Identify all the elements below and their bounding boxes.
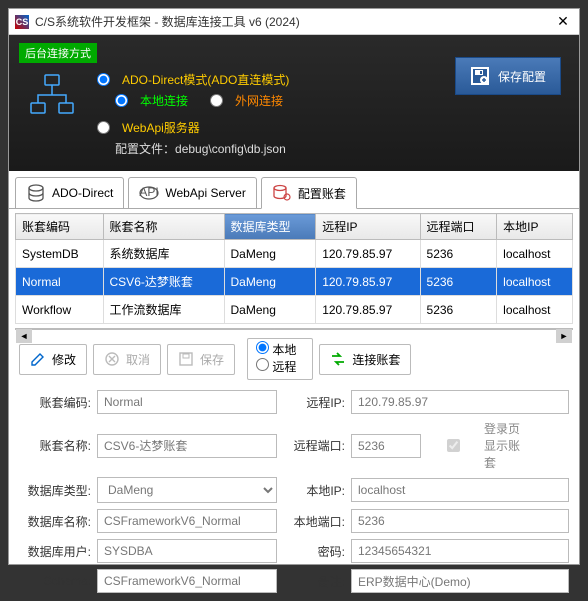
col-rport[interactable]: 远程端口 <box>420 214 497 240</box>
save-config-button[interactable]: 保存配置 <box>455 57 561 95</box>
scroll-left-button[interactable]: ◄ <box>16 329 32 343</box>
pwd-label: 密码: <box>283 543 345 560</box>
schema-label: Schema: <box>19 574 91 588</box>
save-icon <box>470 66 490 86</box>
dbuser-label: 数据库用户: <box>19 543 91 560</box>
app-logo-icon: CS <box>15 15 29 29</box>
config-file-path: debug\config\db.json <box>175 142 286 156</box>
code-label: 账套编码: <box>19 394 91 411</box>
tab-config-account[interactable]: 配置账套 <box>261 177 357 209</box>
rport-field[interactable] <box>351 434 421 458</box>
database-icon <box>26 184 46 202</box>
lport-field[interactable] <box>351 509 569 533</box>
scroll-right-button[interactable]: ► <box>556 329 572 343</box>
dbuser-field[interactable] <box>97 539 277 563</box>
col-rip[interactable]: 远程IP <box>316 214 420 240</box>
rip-label: 远程IP: <box>283 394 345 411</box>
config-file-label: 配置文件： <box>115 142 175 156</box>
local-radio-label[interactable]: 本地 <box>256 343 296 357</box>
ado-direct-radio[interactable] <box>97 73 110 86</box>
lport-label: 本地端口: <box>283 513 345 530</box>
connect-button[interactable]: 连接账套 <box>319 344 411 375</box>
dbtype-select[interactable]: DaMeng <box>97 477 277 503</box>
ado-direct-label: ADO-Direct模式(ADO直连模式) <box>122 71 289 88</box>
close-button[interactable]: ✕ <box>553 13 573 30</box>
save-icon <box>178 351 194 367</box>
name-label: 账套名称: <box>19 437 91 454</box>
rip-field[interactable] <box>351 390 569 414</box>
table-row[interactable]: Workflow工作流数据库DaMeng120.79.85.975236loca… <box>16 296 573 324</box>
edit-icon <box>30 351 46 367</box>
api-icon: API <box>139 184 159 202</box>
local-conn-radio[interactable] <box>115 94 128 107</box>
name-field[interactable] <box>97 434 277 458</box>
code-field[interactable] <box>97 390 277 414</box>
tab-ado-direct[interactable]: ADO-Direct <box>15 177 124 208</box>
show-login-label: 登录页显示账套 <box>484 420 528 471</box>
local-conn-label: 本地连接 <box>140 92 188 109</box>
dbtype-label: 数据库类型: <box>19 482 91 499</box>
table-row[interactable]: NormalCSV6-达梦账套DaMeng120.79.85.975236loc… <box>16 268 573 296</box>
lip-label: 本地IP: <box>283 482 345 499</box>
col-lip[interactable]: 本地IP <box>497 214 573 240</box>
local-radio[interactable] <box>256 341 269 354</box>
note-label: 备注: <box>283 573 345 590</box>
dbname-label: 数据库名称: <box>19 513 91 530</box>
cancel-button[interactable]: 取消 <box>93 344 161 375</box>
save-button[interactable]: 保存 <box>167 344 235 375</box>
lip-field[interactable] <box>351 478 569 502</box>
edit-button[interactable]: 修改 <box>19 344 87 375</box>
rport-label: 远程端口: <box>283 437 345 454</box>
pwd-field[interactable] <box>351 539 569 563</box>
svg-text:API: API <box>140 185 159 199</box>
col-dbtype[interactable]: 数据库类型 <box>224 214 316 240</box>
remote-radio[interactable] <box>256 358 269 371</box>
webapi-label: WebApi服务器 <box>122 119 200 136</box>
remote-conn-label: 外网连接 <box>235 92 283 109</box>
window-title: C/S系统软件开发框架 - 数据库连接工具 v6 (2024) <box>35 13 553 30</box>
dbname-field[interactable] <box>97 509 277 533</box>
database-gear-icon <box>272 184 292 202</box>
connect-icon <box>330 351 346 367</box>
horizontal-scrollbar[interactable]: ◄► <box>15 328 573 330</box>
webapi-radio[interactable] <box>97 121 110 134</box>
cancel-icon <box>104 351 120 367</box>
mode-tag: 后台连接方式 <box>19 43 97 63</box>
remote-radio-label[interactable]: 远程 <box>256 360 296 374</box>
tab-webapi[interactable]: API WebApi Server <box>128 177 256 208</box>
remote-conn-radio[interactable] <box>210 94 223 107</box>
network-icon <box>27 73 87 157</box>
table-row[interactable]: SystemDB系统数据库DaMeng120.79.85.975236local… <box>16 240 573 268</box>
col-code[interactable]: 账套编码 <box>16 214 104 240</box>
account-table[interactable]: 账套编码 账套名称 数据库类型 远程IP 远程端口 本地IP SystemDB系… <box>15 213 573 324</box>
show-login-checkbox <box>427 439 480 452</box>
col-name[interactable]: 账套名称 <box>103 214 224 240</box>
